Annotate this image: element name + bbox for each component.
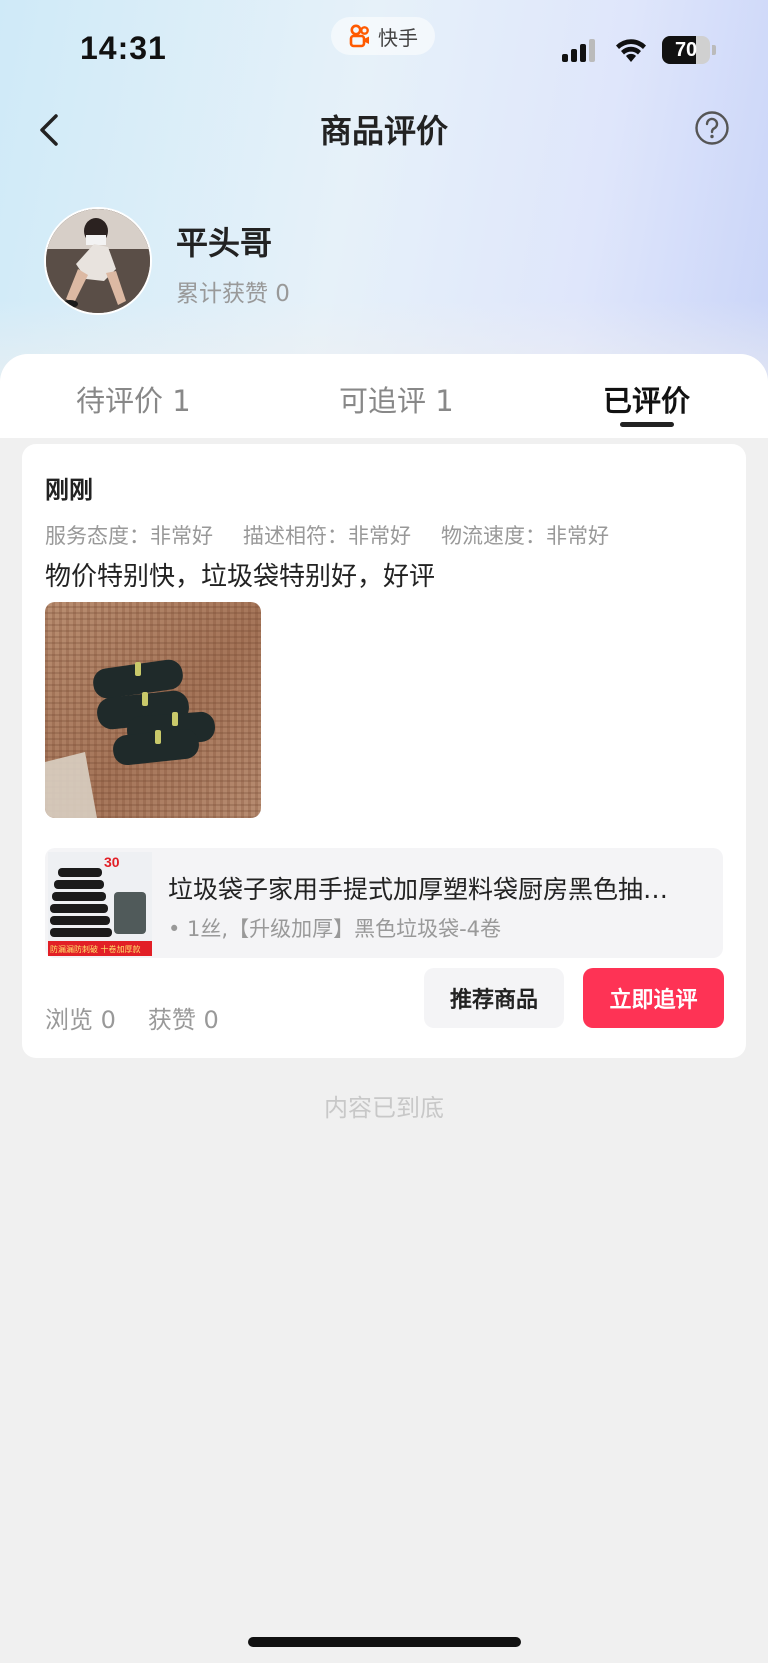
battery-percent: 70 bbox=[674, 38, 698, 61]
likes-total: 累计获赞 0 bbox=[176, 281, 290, 307]
end-of-content-note: 内容已到底 bbox=[324, 1094, 444, 1122]
review-photo-image bbox=[45, 659, 215, 818]
tab-reviewed[interactable]: 已评价 bbox=[603, 378, 690, 420]
review-stats: 浏览 0 获赞 0 bbox=[45, 1000, 219, 1035]
tab-pending-review[interactable]: 待评价 1 bbox=[76, 378, 191, 420]
home-indicator[interactable] bbox=[248, 1637, 521, 1647]
tab-active-indicator bbox=[620, 422, 674, 427]
tab-follow-up[interactable]: 可追评 1 bbox=[339, 378, 454, 420]
username: 平头哥 bbox=[176, 224, 273, 262]
cellular-signal-icon bbox=[562, 39, 595, 62]
battery-indicator: 70 bbox=[662, 36, 716, 64]
product-thumb-caption: 防漏漏防刺破 十卷加厚款 bbox=[50, 944, 141, 954]
product-thumbnail[interactable]: 30 防漏漏防刺破 十卷加厚款 bbox=[48, 852, 152, 956]
rating-description: 描述相符：非常好 bbox=[243, 524, 411, 548]
app-indicator-pill[interactable]: 快手 bbox=[331, 17, 435, 55]
kuaishou-logo-icon bbox=[349, 24, 369, 48]
help-icon[interactable] bbox=[694, 110, 730, 146]
review-text: 物价特别快，垃圾袋特别好，好评 bbox=[45, 562, 436, 592]
page-title: 商品评价 bbox=[319, 112, 448, 150]
follow-up-review-button[interactable]: 立即追评 bbox=[583, 968, 724, 1028]
avatar-photo bbox=[46, 209, 150, 313]
product-thumb-badge: 30 bbox=[104, 854, 120, 870]
product-name[interactable]: 垃圾袋子家用手提式加厚塑料袋厨房黑色抽取式大号一次性垃圾袋 bbox=[168, 870, 688, 906]
view-count: 浏览 0 bbox=[45, 1006, 116, 1034]
avatar[interactable] bbox=[44, 207, 152, 315]
status-time: 14:31 bbox=[80, 30, 167, 66]
rating-logistics: 物流速度：非常好 bbox=[441, 524, 609, 548]
recommend-product-button[interactable]: 推荐商品 bbox=[424, 968, 564, 1028]
like-count: 获赞 0 bbox=[147, 1006, 219, 1034]
product-variant: • 1丝,【升级加厚】黑色垃圾袋-4卷 bbox=[168, 917, 502, 941]
review-ratings: 服务态度：非常好 描述相符：非常好 物流速度：非常好 bbox=[45, 520, 609, 550]
review-time: 刚刚 bbox=[45, 476, 93, 504]
review-photo[interactable] bbox=[45, 602, 261, 818]
wifi-icon bbox=[616, 39, 646, 62]
product-thumbnail-image: 30 防漏漏防刺破 十卷加厚款 bbox=[48, 852, 152, 956]
app-name: 快手 bbox=[378, 25, 418, 50]
rating-service: 服务态度：非常好 bbox=[45, 524, 213, 548]
